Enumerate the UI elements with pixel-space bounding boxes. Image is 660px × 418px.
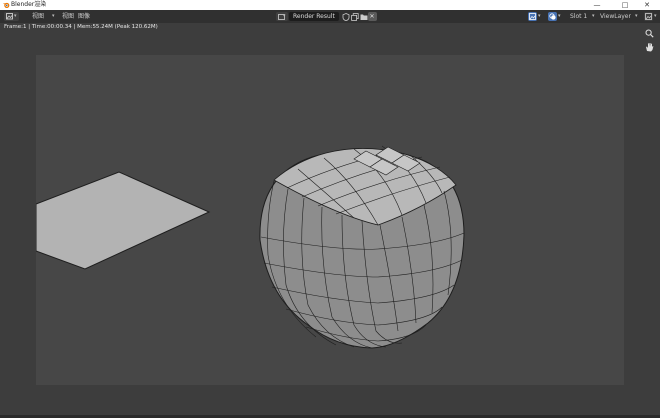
chevron-down-icon: ▾ (14, 13, 17, 19)
chevron-down-icon: ▾ (592, 13, 595, 19)
display-channels-icon (529, 13, 536, 20)
blender-icon (2, 2, 10, 8)
editor-type-button[interactable]: ▾ (4, 12, 19, 21)
chevron-down-icon: ▾ (52, 13, 55, 19)
title-bar: Blender渲染 — □ ✕ (0, 0, 660, 10)
folder-icon[interactable] (360, 13, 368, 21)
viewport-display-button[interactable] (644, 12, 653, 21)
render-stats: Frame:1 | Time:00:00.34 | Mem:55.24M (Pe… (4, 24, 158, 30)
hand-icon (645, 43, 653, 52)
zoom-tool[interactable] (644, 29, 654, 39)
overlay-button[interactable] (548, 12, 557, 21)
image-name-field[interactable]: Render Result (289, 12, 339, 21)
image-browse-button[interactable] (276, 12, 288, 21)
plane-object (35, 171, 211, 270)
chevron-down-icon: ▾ (654, 13, 657, 19)
pan-tool[interactable] (644, 42, 654, 52)
chevron-down-icon: ▾ (635, 13, 638, 19)
render-scene (35, 145, 465, 349)
display-channels-icon (645, 13, 652, 20)
minimize-button[interactable]: — (584, 0, 610, 10)
display-channels-button[interactable] (528, 12, 537, 21)
view-layer-selector[interactable]: ViewLayer (600, 10, 631, 23)
shield-icon[interactable] (342, 12, 350, 21)
unlink-button[interactable]: ✕ (368, 12, 377, 21)
duplicate-icon[interactable] (351, 12, 359, 21)
menu-view-2[interactable]: 视图 (62, 10, 74, 23)
render-result-image (35, 55, 624, 385)
menu-image[interactable]: 图像 (78, 10, 90, 23)
chevron-down-icon: ▾ (558, 13, 561, 19)
editor-type-icon (6, 13, 13, 20)
overlay-icon (549, 13, 556, 20)
close-button[interactable]: ✕ (634, 0, 660, 10)
slot-selector[interactable]: Slot 1 (570, 10, 587, 23)
window-title: Blender渲染 (11, 1, 47, 8)
menu-view[interactable]: 视图 (32, 10, 44, 23)
image-editor-header: ▾ 视图 ▾ 视图 图像 ▾ Render Result ✕ ▾ ▾ Slot … (0, 10, 660, 23)
close-icon: ✕ (369, 13, 375, 20)
chevron-down-icon: ▾ (283, 13, 286, 19)
zoom-icon (645, 29, 654, 38)
chevron-down-icon: ▾ (538, 13, 541, 19)
